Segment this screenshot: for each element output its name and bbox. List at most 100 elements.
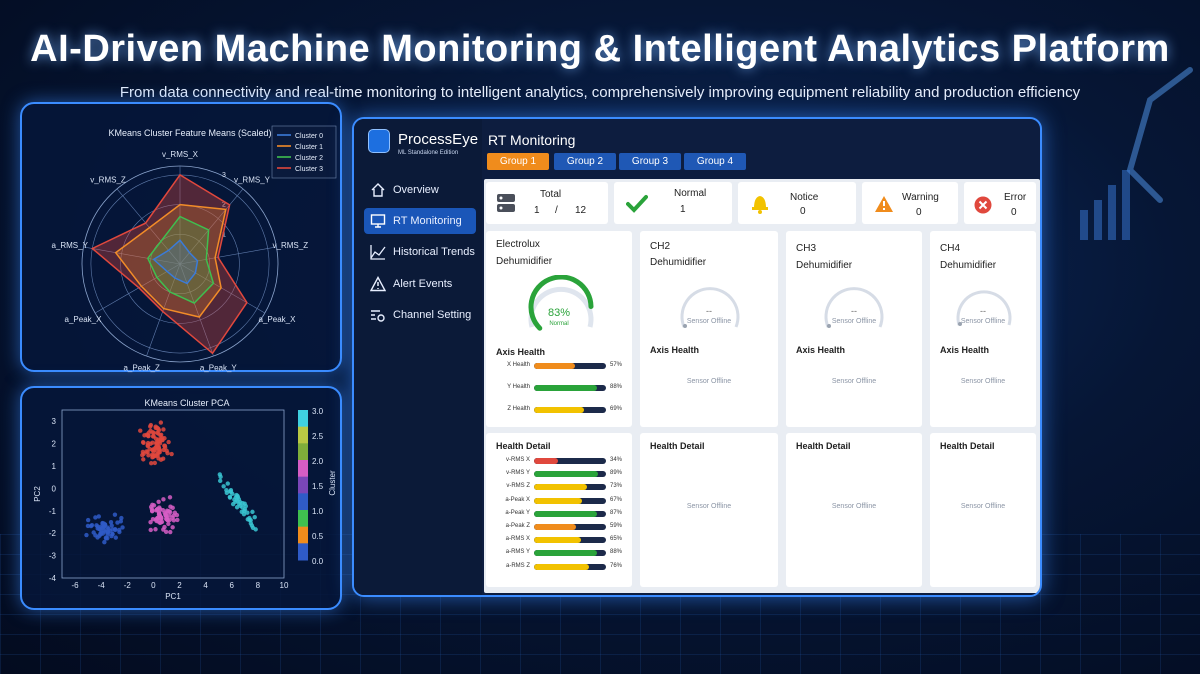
pca-chart-panel: KMeans Cluster PCA -6 -4 -2 0 2 4 6 8 10 3 2 1 0 -1 -2-…: [20, 386, 342, 610]
gauge-state: Sensor Offline: [831, 318, 877, 325]
home-icon: [370, 182, 386, 198]
pca-point: [85, 523, 91, 529]
health-bar-fill: [534, 510, 597, 517]
pca-point: [217, 478, 223, 484]
pca-point: [168, 529, 173, 535]
sidebar-item-label: Overview: [393, 184, 439, 196]
stat-normal: Normal 1: [614, 182, 732, 224]
health-bar-value: 59%: [610, 523, 623, 529]
radar-axis-label: v_RMS_X: [162, 150, 199, 159]
tab-group-1[interactable]: Group 1: [487, 153, 549, 170]
pca-y-tick: 1: [52, 462, 57, 471]
health-detail-card-3: Health Detail Sensor Offline: [786, 433, 922, 587]
pca-point: [159, 437, 165, 443]
health-bar-fill: [534, 407, 584, 413]
pca-point: [170, 525, 175, 530]
gauge-value: 83%: [547, 307, 571, 319]
health-detail-heading: Health Detail: [650, 441, 705, 451]
sidebar-item-alert-events[interactable]: Alert Events: [364, 271, 476, 297]
radar-legend-entry: Cluster 1: [295, 144, 323, 151]
radar-legend-entry: Cluster 0: [295, 133, 323, 140]
sidebar: ProcessEye ML Standalone Edition Overvie…: [354, 119, 482, 595]
health-bar-track: [534, 510, 606, 517]
axis-health-heading: Axis Health: [496, 347, 546, 357]
channel-subtitle: Dehumidifier: [650, 257, 707, 268]
pca-point: [221, 484, 226, 489]
radar-chart-panel: KMeans Cluster Feature Means (Scaled) v_R…: [20, 102, 342, 372]
pca-x-label: PC1: [165, 592, 181, 601]
pca-point: [230, 501, 236, 507]
health-bar-fill: [534, 524, 577, 530]
pca-y-tick: -1: [49, 507, 57, 516]
pca-point: [162, 524, 167, 530]
sidebar-item-historical-trends[interactable]: Historical Trends: [364, 239, 476, 265]
pca-x-tick: 8: [256, 581, 261, 590]
pca-colorbar-tick: 2.0: [312, 457, 324, 466]
pca-y-tick: 3: [52, 417, 57, 426]
tab-group-2[interactable]: Group 2: [554, 153, 616, 170]
health-bar-value: 88%: [610, 549, 623, 556]
stat-warning-value: 0: [916, 207, 922, 218]
channel-card-4[interactable]: CH4 Dehumidifier -- Sensor Offline Axis …: [930, 231, 1036, 427]
sidebar-item-rt-monitoring[interactable]: RT Monitoring: [364, 208, 476, 234]
pca-x-tick: -4: [98, 581, 106, 590]
health-bar-value: 67%: [610, 496, 623, 503]
channel-card-1[interactable]: Electrolux Dehumidifier 83% Normal Axis …: [486, 231, 632, 427]
radar-axis-label: v_RMS_Z: [273, 241, 309, 250]
pca-point: [163, 529, 169, 535]
stat-total-sep: /: [555, 205, 558, 216]
pca-cluster-1: [138, 420, 174, 466]
pca-colorbar-tick: 3.0: [312, 407, 324, 416]
health-bar-value: 73%: [610, 483, 623, 490]
health-bar-fill: [534, 563, 589, 570]
sidebar-item-channel-setting[interactable]: Channel Setting: [364, 302, 476, 328]
health-bar-row: Z Health 69%: [496, 406, 622, 415]
pca-point: [169, 451, 174, 457]
pca-point: [112, 512, 118, 517]
health-detail-heading: Health Detail: [796, 441, 851, 451]
radar-legend-entry: Cluster 3: [295, 166, 323, 173]
alert-icon: [369, 276, 387, 292]
stat-warning-label: Warning: [902, 192, 939, 203]
sidebar-item-overview[interactable]: Overview: [364, 177, 476, 203]
pca-colorbar: 3.0 2.5 2.0 1.5 1.0 0.5 0.0 Cluster: [298, 407, 337, 566]
sensor-offline-label: Sensor Offline: [831, 378, 877, 385]
pca-point: [149, 452, 155, 457]
pca-point: [153, 527, 158, 532]
channel-title: Electrolux: [496, 239, 540, 250]
pca-colorbar-tick: 1.0: [312, 507, 324, 516]
pca-colorbar-tick: 1.5: [312, 482, 324, 491]
stat-notice-value: 0: [800, 206, 806, 217]
stat-total-of: 12: [575, 205, 587, 216]
channel-card-3[interactable]: CH3 Dehumidifier -- Sensor Offline Axis …: [786, 231, 922, 427]
pca-point: [166, 521, 171, 527]
health-bar-value: 65%: [610, 536, 623, 543]
health-bar-label: a-RMS X: [505, 536, 530, 543]
health-bar-fill: [534, 550, 598, 557]
pca-point: [148, 428, 153, 433]
health-detail-heading: Health Detail: [496, 441, 551, 451]
pca-point: [161, 497, 166, 502]
pca-point: [150, 434, 156, 439]
gauge-state: Sensor Offline: [686, 318, 732, 325]
tab-group-3[interactable]: Group 3: [619, 153, 681, 170]
pca-y-tick: -2: [49, 529, 57, 538]
pca-point: [159, 519, 165, 525]
pca-point: [165, 450, 170, 456]
pca-point: [242, 507, 248, 512]
health-bar-row: a-RMS X 65%: [496, 536, 622, 545]
page-header-title: RT Monitoring: [488, 132, 576, 148]
gauge-state: Normal: [549, 321, 569, 327]
health-bar-track: [534, 407, 606, 413]
pca-cluster-2: [148, 495, 180, 535]
sensor-offline-label: Sensor Offline: [686, 378, 732, 385]
pca-point: [148, 527, 153, 533]
channel-card-2[interactable]: CH2 Dehumidifier -- Sensor Offline Axis …: [640, 231, 778, 427]
check-icon: [626, 195, 648, 213]
tab-group-4[interactable]: Group 4: [684, 153, 746, 170]
health-bar-label: v-RMS X: [506, 457, 530, 463]
pca-point: [85, 517, 91, 523]
pca-point: [161, 427, 166, 432]
page-subtitle: From data connectivity and real-time mon…: [119, 84, 1081, 101]
error-icon: [974, 196, 992, 214]
